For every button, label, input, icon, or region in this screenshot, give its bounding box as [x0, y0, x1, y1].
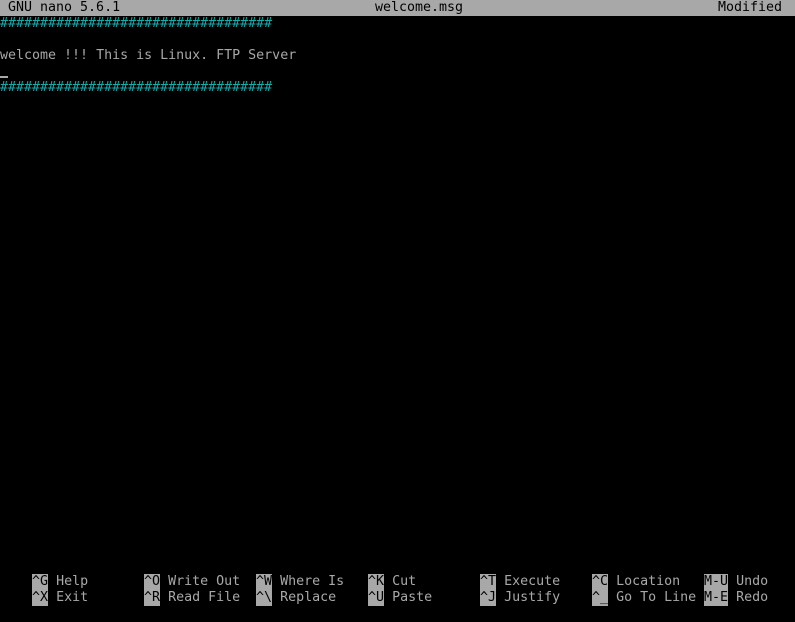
shortcut-label: Replace — [280, 590, 337, 605]
hash-line-top[interactable]: ################################## — [0, 16, 272, 32]
shortcut-where-is[interactable]: ^W Where Is — [224, 558, 344, 590]
shortcut-undo[interactable]: M-U Undo — [672, 558, 768, 590]
shortcut-execute[interactable]: ^T Execute — [448, 558, 560, 590]
shortcut-key: ^R — [144, 590, 161, 606]
hash-line-bottom[interactable]: ################################## — [0, 80, 272, 96]
text-cursor — [0, 76, 8, 78]
welcome-text-line[interactable]: welcome !!! This is Linux. FTP Server — [0, 48, 296, 64]
shortcut-key: ^_ — [592, 590, 609, 606]
shortcut-label: Exit — [56, 590, 89, 605]
shortcut-key: ^J — [480, 590, 497, 606]
shortcut-read-file[interactable]: ^R Read File — [112, 574, 240, 606]
shortcut-key: ^X — [32, 590, 49, 606]
shortcut-justify[interactable]: ^J Justify — [448, 574, 560, 606]
shortcut-key: ^U — [368, 590, 385, 606]
shortcut-replace[interactable]: ^\ Replace — [224, 574, 336, 606]
title-bar: GNU nano 5.6.1 welcome.msg Modified — [0, 0, 795, 16]
shortcut-write-out[interactable]: ^O Write Out — [112, 558, 240, 590]
shortcut-label: Justify — [504, 590, 561, 605]
shortcut-redo[interactable]: M-E Redo — [672, 574, 768, 606]
shortcut-location[interactable]: ^C Location — [560, 558, 680, 590]
shortcut-exit[interactable]: ^X Exit — [0, 574, 88, 606]
shortcut-key: M-E — [704, 590, 729, 606]
shortcut-key: ^\ — [256, 590, 273, 606]
shortcut-label: Paste — [392, 590, 433, 605]
file-name: welcome.msg — [375, 0, 464, 15]
app-version: GNU nano 5.6.1 — [8, 0, 121, 15]
shortcut-paste[interactable]: ^U Paste — [336, 574, 432, 606]
shortcut-cut[interactable]: ^K Cut — [336, 558, 416, 590]
shortcut-label: Redo — [736, 590, 769, 605]
shortcut-help[interactable]: ^G Help — [0, 558, 88, 590]
modified-status: Modified — [717, 0, 782, 15]
